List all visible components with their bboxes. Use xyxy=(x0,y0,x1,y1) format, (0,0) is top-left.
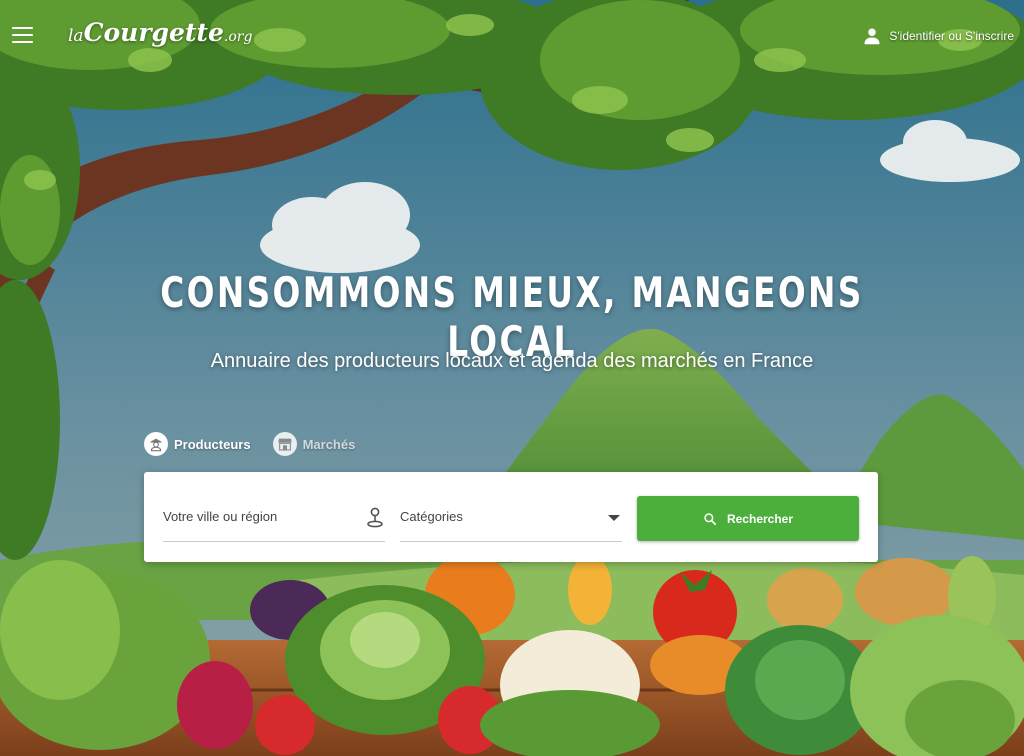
login-signup-label: S'identifier ou S'inscrire xyxy=(889,29,1014,43)
logo-prefix: la xyxy=(68,26,84,46)
search-type-tabs: Producteurs Marchés xyxy=(144,432,355,456)
landscape-illustration xyxy=(0,0,1024,756)
city-input[interactable] xyxy=(163,496,353,536)
search-panel: Catégories Rechercher xyxy=(144,472,878,562)
city-field xyxy=(163,496,385,542)
tab-marches[interactable]: Marchés xyxy=(272,432,356,456)
tab-producteurs[interactable]: Producteurs xyxy=(144,432,251,456)
logo-main: Courgette xyxy=(83,18,224,47)
caret-down-icon xyxy=(608,515,620,521)
search-button-label: Rechercher xyxy=(726,511,794,526)
category-select[interactable]: Catégories xyxy=(400,496,622,542)
search-button[interactable]: Rechercher xyxy=(637,496,859,541)
login-signup-link[interactable]: S'identifier ou S'inscrire xyxy=(863,27,1014,45)
tab-producteurs-label: Producteurs xyxy=(174,436,251,452)
location-pin-icon[interactable] xyxy=(365,506,385,528)
hamburger-menu-icon[interactable] xyxy=(12,27,33,43)
user-icon xyxy=(864,28,880,45)
search-icon xyxy=(704,512,717,525)
hero-subtitle: Annuaire des producteurs locaux et agend… xyxy=(210,350,814,372)
farmer-icon xyxy=(144,432,168,456)
logo-suffix: .org xyxy=(223,29,253,45)
site-logo[interactable]: laCourgette.org xyxy=(68,18,252,47)
category-select-label: Catégories xyxy=(400,509,463,524)
hero-background xyxy=(0,0,1024,756)
market-stall-icon xyxy=(272,432,297,456)
tab-marches-label: Marchés xyxy=(302,436,356,452)
top-bar: laCourgette.org S'identifier ou S'inscri… xyxy=(0,0,1024,72)
